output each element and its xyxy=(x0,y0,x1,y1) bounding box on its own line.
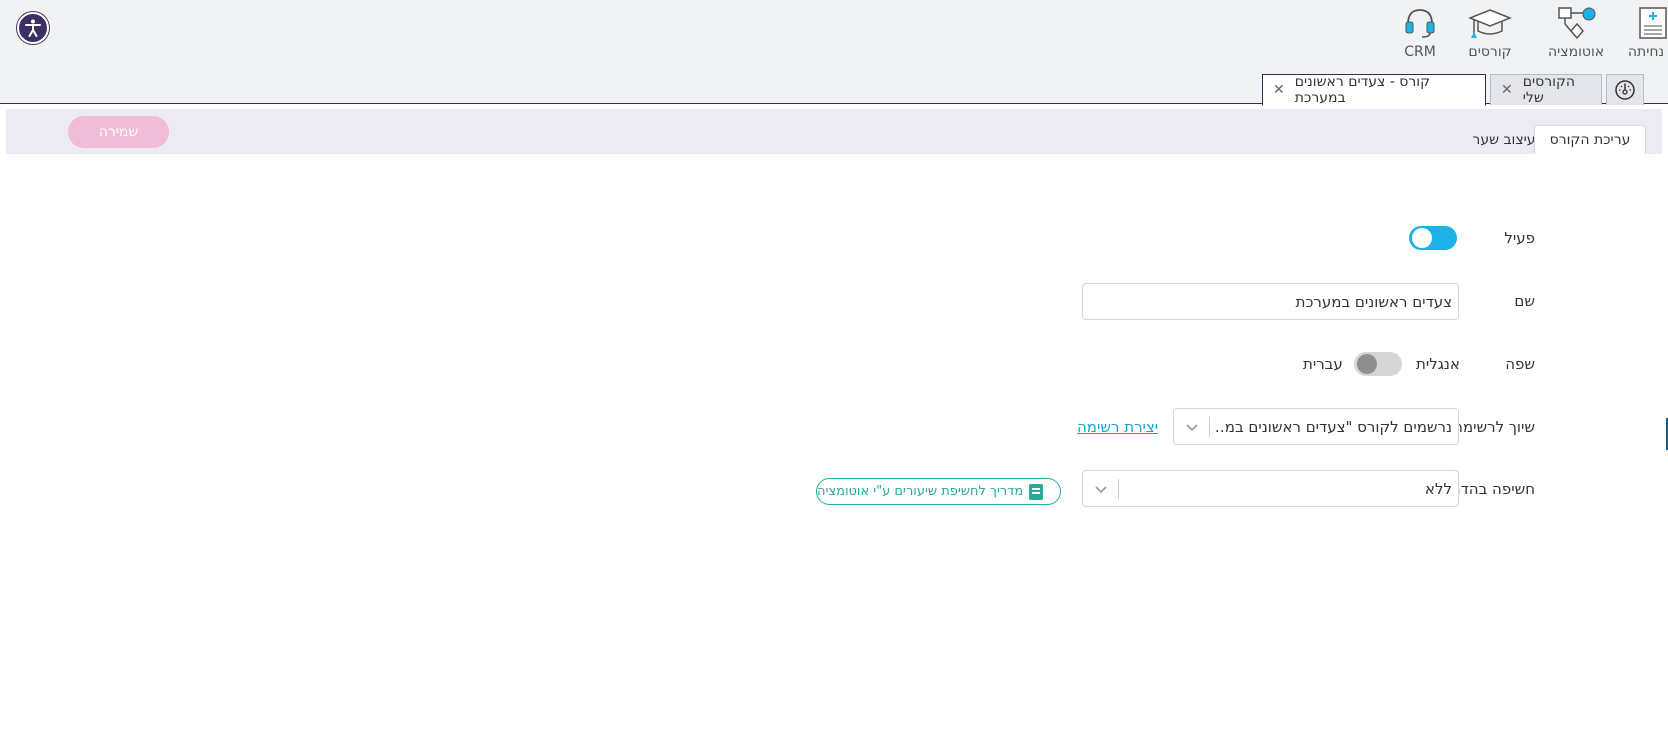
nav-label-crm: CRM xyxy=(1404,44,1436,60)
nav-label-courses: קורסים xyxy=(1468,44,1512,60)
drip-select[interactable]: ללא xyxy=(1082,470,1459,507)
save-button[interactable]: שמירה xyxy=(68,116,169,148)
nav-item-crm[interactable]: CRM xyxy=(1402,4,1438,60)
headset-icon xyxy=(1405,9,1435,38)
language-option-hebrew: עברית xyxy=(1303,355,1343,373)
tab-label: הקורסים שלי xyxy=(1522,74,1576,106)
accessibility-button[interactable] xyxy=(17,12,49,44)
nav-label-landing: נחיתה xyxy=(1627,44,1665,60)
course-subheader: שמירה עיצוב שער עריכת הקורס xyxy=(6,109,1662,154)
graduation-cap-icon xyxy=(1468,9,1512,38)
nav-item-landing[interactable]: נחיתה xyxy=(1628,4,1668,60)
nav-item-courses[interactable]: קורסים xyxy=(1468,4,1512,60)
create-list-link[interactable]: יצירת רשימה xyxy=(1077,418,1158,436)
select-value: ללא xyxy=(1424,480,1452,498)
list-select[interactable]: נרשמים לקורס "צעדים ראשונים במ… xyxy=(1173,408,1459,445)
tab-label: קורס - צעדים ראשונים במערכת xyxy=(1294,74,1431,106)
tab-edit-course[interactable]: עריכת הקורס xyxy=(1534,125,1646,154)
select-divider xyxy=(1209,417,1210,437)
language-label: שפה xyxy=(1505,355,1535,373)
close-icon[interactable]: ✕ xyxy=(1501,82,1513,98)
active-label: פעיל xyxy=(1504,229,1535,247)
tab-label: עיצוב שער xyxy=(1472,131,1536,148)
name-label: שם xyxy=(1514,292,1535,310)
automation-guide-button[interactable]: מדריך לחשיפת שיעורים ע"י אוטומציה xyxy=(816,478,1061,505)
toggle-knob xyxy=(1412,228,1432,248)
select-divider xyxy=(1118,479,1119,499)
guide-label: מדריך לחשיפת שיעורים ע"י אוטומציה xyxy=(817,484,1024,499)
language-option-english: אנגלית xyxy=(1416,355,1460,373)
nav-item-automation[interactable]: אוטומציה xyxy=(1548,4,1604,60)
tab-course-first-steps[interactable]: ✕ קורס - צעדים ראשונים במערכת xyxy=(1262,74,1486,106)
active-toggle[interactable] xyxy=(1409,226,1457,250)
accessibility-icon xyxy=(25,19,41,37)
landing-page-icon xyxy=(1639,7,1667,39)
name-input[interactable] xyxy=(1082,283,1459,320)
select-value: נרשמים לקורס "צעדים ראשונים במ… xyxy=(1216,418,1452,436)
nav-label-automation: אוטומציה xyxy=(1548,44,1605,60)
tab-label: עריכת הקורס xyxy=(1549,132,1631,148)
tab-dashboard[interactable] xyxy=(1606,74,1644,105)
toggle-knob xyxy=(1357,354,1377,374)
language-toggle[interactable] xyxy=(1354,352,1402,376)
tab-my-courses[interactable]: ✕ הקורסים שלי xyxy=(1490,74,1602,106)
list-label: שיוך לרשימה xyxy=(1453,418,1535,436)
close-icon[interactable]: ✕ xyxy=(1273,82,1285,98)
chevron-down-icon xyxy=(1186,424,1198,432)
book-icon xyxy=(1029,483,1044,500)
dashboard-icon xyxy=(1615,80,1635,100)
top-bar: נחיתה אוטומציה קורסים CRM ✕ קורס - צעדים… xyxy=(0,0,1668,106)
chevron-down-icon xyxy=(1095,486,1107,494)
automation-icon xyxy=(1558,7,1596,40)
